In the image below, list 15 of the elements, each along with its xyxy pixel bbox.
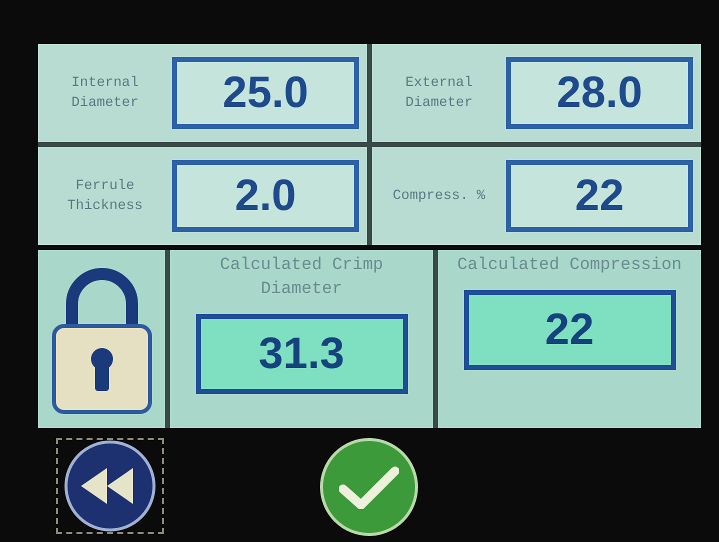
checkmark-icon	[339, 465, 399, 509]
input-label: Ferrule Thickness	[66, 177, 144, 216]
value-field[interactable]: 2.0	[172, 160, 359, 232]
input-label: Compress. %	[392, 187, 486, 206]
result-label: Calculated Compression	[456, 255, 683, 277]
result-field: 31.3	[196, 314, 408, 394]
rewind-icon	[63, 439, 157, 533]
rewind-button[interactable]	[56, 438, 164, 534]
result-label: Calculated Crimp Diameter	[218, 255, 384, 301]
input-label: Internal Diameter	[70, 74, 140, 113]
result-field: 22	[464, 290, 676, 370]
value-field[interactable]: 28.0	[506, 57, 693, 129]
value-field[interactable]: 22	[506, 160, 693, 232]
value-field[interactable]: 25.0	[172, 57, 359, 129]
input-label: External Diameter	[404, 74, 474, 113]
